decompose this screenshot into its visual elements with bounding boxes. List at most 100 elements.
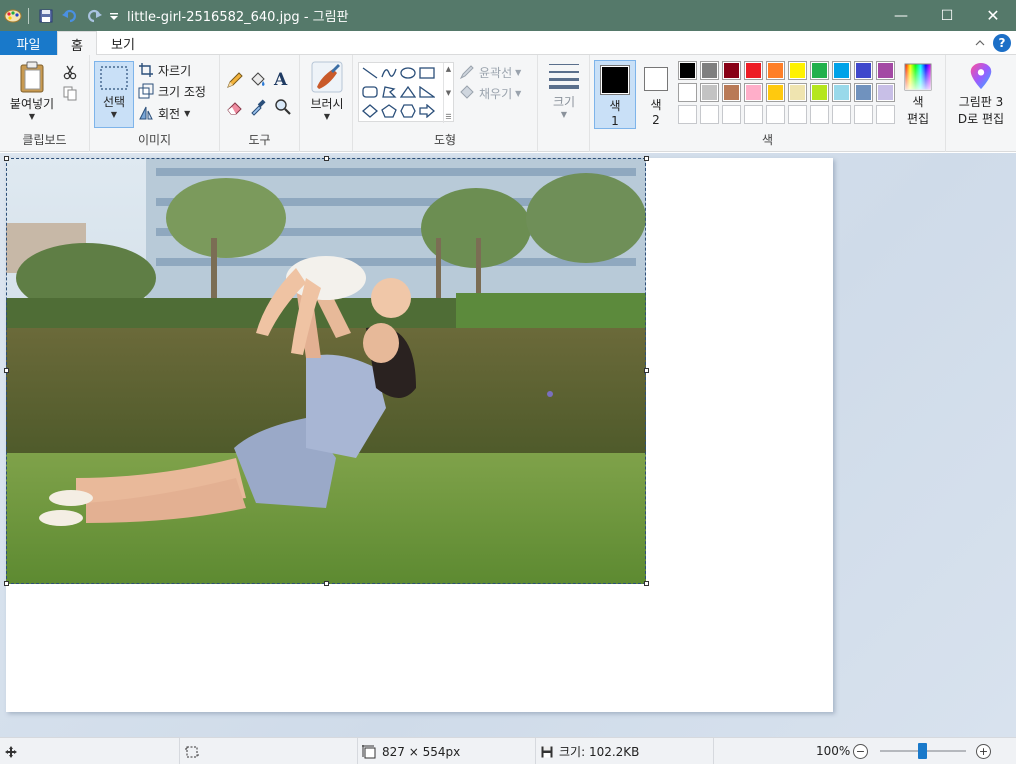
color1-button[interactable]: 색 1 (594, 60, 636, 129)
resize-handle[interactable] (324, 156, 329, 161)
drawing-canvas[interactable] (4, 156, 833, 712)
palette-swatch[interactable] (766, 61, 785, 80)
selection-size (180, 738, 358, 764)
tab-file[interactable]: 파일 (0, 31, 57, 55)
palette-swatch[interactable] (876, 61, 895, 80)
palette-swatch[interactable] (700, 61, 719, 80)
pencil-tool[interactable] (226, 70, 244, 90)
paint3d-label-1: 그림판 3 (958, 95, 1004, 109)
color2-button[interactable]: 색 2 (638, 60, 674, 129)
palette-swatch[interactable] (832, 83, 851, 102)
palette-swatch[interactable] (722, 61, 741, 80)
size-button[interactable]: 크기 ▼ (543, 61, 585, 131)
minimize-button[interactable]: — (878, 0, 924, 31)
brushes-button[interactable]: 브러시 ▼ (306, 61, 348, 131)
rounded-rectangle-shape-icon[interactable] (361, 84, 379, 100)
select-button[interactable]: 선택 ▼ (94, 61, 134, 128)
edit-colors-button[interactable]: 색 편집 (898, 63, 938, 127)
scroll-up-icon[interactable]: ▲ (446, 65, 451, 73)
palette-swatch[interactable] (810, 61, 829, 80)
color-picker-tool[interactable] (249, 97, 267, 117)
copy-button[interactable] (62, 83, 82, 103)
palette-swatch[interactable] (810, 105, 829, 124)
palette-swatch[interactable] (678, 83, 697, 102)
collapse-ribbon-icon[interactable] (972, 35, 988, 51)
palette-swatch[interactable] (744, 105, 763, 124)
rectangle-shape-icon[interactable] (418, 65, 436, 81)
tab-home[interactable]: 홈 (57, 31, 97, 56)
zoom-level-text: 100% (816, 744, 851, 758)
palette-swatch[interactable] (744, 61, 763, 80)
palette-swatch[interactable] (788, 83, 807, 102)
eraser-tool[interactable] (226, 97, 244, 117)
selection-marquee[interactable] (6, 158, 646, 584)
text-tool[interactable]: A (274, 70, 287, 90)
palette-swatch[interactable] (788, 105, 807, 124)
customize-quick-access-icon[interactable] (107, 5, 121, 27)
crop-button[interactable]: 자르기 (138, 60, 191, 80)
tab-view[interactable]: 보기 (101, 31, 145, 55)
line-shape-icon[interactable] (361, 65, 379, 81)
palette-swatch[interactable] (722, 105, 741, 124)
close-button[interactable]: ✕ (970, 0, 1016, 31)
outline-button[interactable]: 윤곽선 ▼ (459, 62, 521, 82)
palette-swatch[interactable] (722, 83, 741, 102)
palette-swatch[interactable] (678, 61, 697, 80)
cut-button[interactable] (62, 62, 82, 82)
zoom-slider-thumb[interactable] (918, 743, 927, 759)
right-triangle-shape-icon[interactable] (418, 84, 436, 100)
fill-tool[interactable] (249, 70, 267, 90)
palette-swatch[interactable] (788, 61, 807, 80)
help-icon[interactable]: ? (993, 34, 1011, 52)
palette-swatch[interactable] (832, 61, 851, 80)
resize-handle[interactable] (324, 581, 329, 586)
resize-handle[interactable] (644, 156, 649, 161)
resize-button[interactable]: 크기 조정 (138, 81, 206, 101)
palette-swatch[interactable] (700, 105, 719, 124)
palette-swatch[interactable] (678, 105, 697, 124)
zoom-in-button[interactable]: + (976, 744, 991, 759)
palette-swatch[interactable] (810, 83, 829, 102)
palette-swatch[interactable] (876, 83, 895, 102)
curve-shape-icon[interactable] (380, 65, 398, 81)
resize-handle[interactable] (4, 581, 9, 586)
palette-swatch[interactable] (700, 83, 719, 102)
pentagon-shape-icon[interactable] (380, 103, 398, 119)
palette-swatch[interactable] (854, 83, 873, 102)
expand-gallery-icon[interactable]: ☰ (445, 113, 451, 121)
edit-with-paint3d-button[interactable]: 그림판 3 D로 편집 (952, 63, 1010, 127)
redo-icon[interactable] (83, 5, 105, 27)
palette-swatch[interactable] (832, 105, 851, 124)
clipboard-icon (20, 61, 44, 93)
palette-swatch[interactable] (854, 61, 873, 80)
resize-handle[interactable] (644, 368, 649, 373)
diamond-shape-icon[interactable] (361, 103, 379, 119)
fill-shape-button[interactable]: 채우기 ▼ (459, 83, 521, 103)
resize-handle[interactable] (644, 581, 649, 586)
shapes-scrollbar[interactable]: ▲ ▼ ☰ (443, 63, 453, 123)
group-label-clipboard: 클립보드 (22, 133, 67, 147)
palette-swatch[interactable] (766, 83, 785, 102)
undo-icon[interactable] (59, 5, 81, 27)
zoom-out-button[interactable]: − (853, 744, 868, 759)
scroll-down-icon[interactable]: ▼ (446, 89, 451, 97)
pencil-icon (227, 72, 243, 88)
hexagon-shape-icon[interactable] (399, 103, 417, 119)
magnifier-tool[interactable] (274, 97, 292, 117)
title-bar: little-girl-2516582_640.jpg - 그림판 — ☐ ✕ (0, 0, 1016, 31)
maximize-button[interactable]: ☐ (924, 0, 970, 31)
paint-app-icon[interactable] (2, 5, 24, 27)
palette-swatch[interactable] (854, 105, 873, 124)
resize-handle[interactable] (4, 156, 9, 161)
palette-swatch[interactable] (766, 105, 785, 124)
rotate-button[interactable]: 회전 ▼ (138, 103, 190, 123)
palette-swatch[interactable] (744, 83, 763, 102)
paste-button[interactable]: 붙여넣기 ▼ (6, 61, 58, 125)
save-icon[interactable] (35, 5, 57, 27)
oval-shape-icon[interactable] (399, 65, 417, 81)
resize-handle[interactable] (4, 368, 9, 373)
arrow-shape-icon[interactable] (418, 103, 436, 119)
triangle-shape-icon[interactable] (399, 84, 417, 100)
polygon-shape-icon[interactable] (380, 84, 398, 100)
palette-swatch[interactable] (876, 105, 895, 124)
